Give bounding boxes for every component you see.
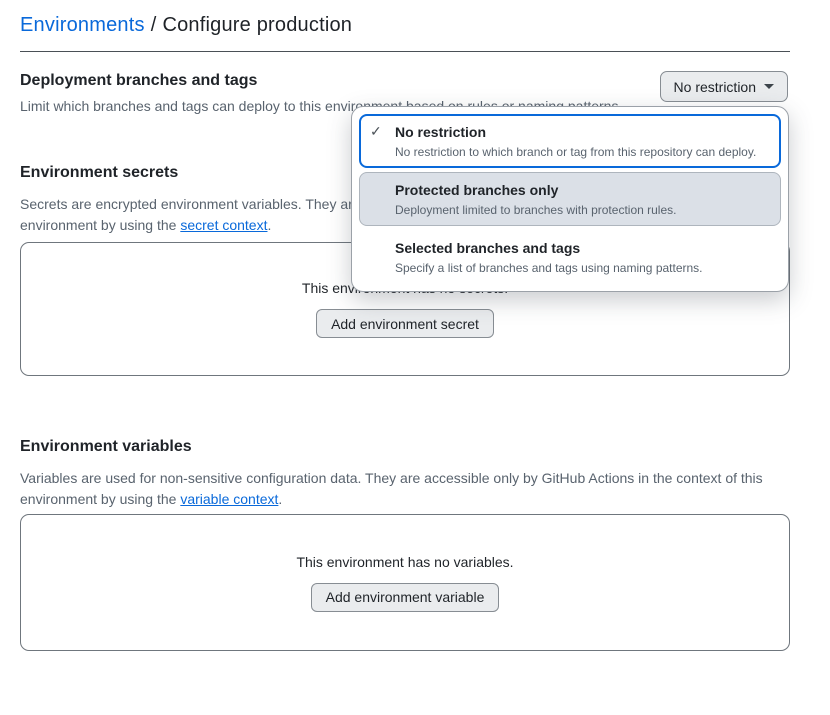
breadcrumb-separator: / (151, 14, 157, 36)
chevron-down-icon (764, 84, 774, 89)
variables-description-text: Variables are used for non-sensitive con… (20, 470, 763, 507)
menu-item-selected-branches[interactable]: Selected branches and tags Specify a lis… (359, 230, 781, 284)
menu-item-protected-branches[interactable]: Protected branches only Deployment limit… (359, 172, 781, 226)
environment-variables-heading: Environment variables (20, 438, 192, 456)
variables-description-period: . (278, 491, 282, 507)
check-icon: ✓ (370, 123, 382, 140)
menu-item-title: Selected branches and tags (395, 238, 769, 258)
add-environment-variable-button[interactable]: Add environment variable (311, 583, 500, 612)
menu-item-description: Deployment limited to branches with prot… (395, 202, 769, 219)
variables-empty-box: This environment has no variables. Add e… (20, 514, 790, 651)
add-environment-secret-button[interactable]: Add environment secret (316, 309, 494, 338)
deployment-branches-heading: Deployment branches and tags (20, 72, 257, 90)
secrets-description-period: . (267, 217, 271, 233)
page-title: Configure production (162, 14, 352, 36)
branch-policy-menu: ✓ No restriction No restriction to which… (351, 106, 789, 292)
environment-variables-description: Variables are used for non-sensitive con… (20, 468, 790, 510)
title-divider (20, 51, 790, 52)
breadcrumb: Environments /Configure production (20, 14, 352, 37)
menu-item-title: No restriction (395, 122, 769, 142)
variables-empty-text: This environment has no variables. (296, 554, 513, 570)
environment-settings-page: Environments /Configure production Deploy… (0, 0, 830, 715)
variable-context-link[interactable]: variable context (180, 491, 278, 507)
branch-policy-dropdown-button[interactable]: No restriction (660, 71, 788, 102)
menu-item-no-restriction[interactable]: ✓ No restriction No restriction to which… (359, 114, 781, 168)
menu-item-title: Protected branches only (395, 180, 769, 200)
menu-item-description: Specify a list of branches and tags usin… (395, 260, 769, 277)
environments-link[interactable]: Environments (20, 14, 145, 36)
environment-secrets-heading: Environment secrets (20, 164, 178, 182)
secret-context-link[interactable]: secret context (180, 217, 267, 233)
branch-policy-selected-value: No restriction (674, 79, 756, 95)
menu-item-description: No restriction to which branch or tag fr… (395, 144, 769, 161)
